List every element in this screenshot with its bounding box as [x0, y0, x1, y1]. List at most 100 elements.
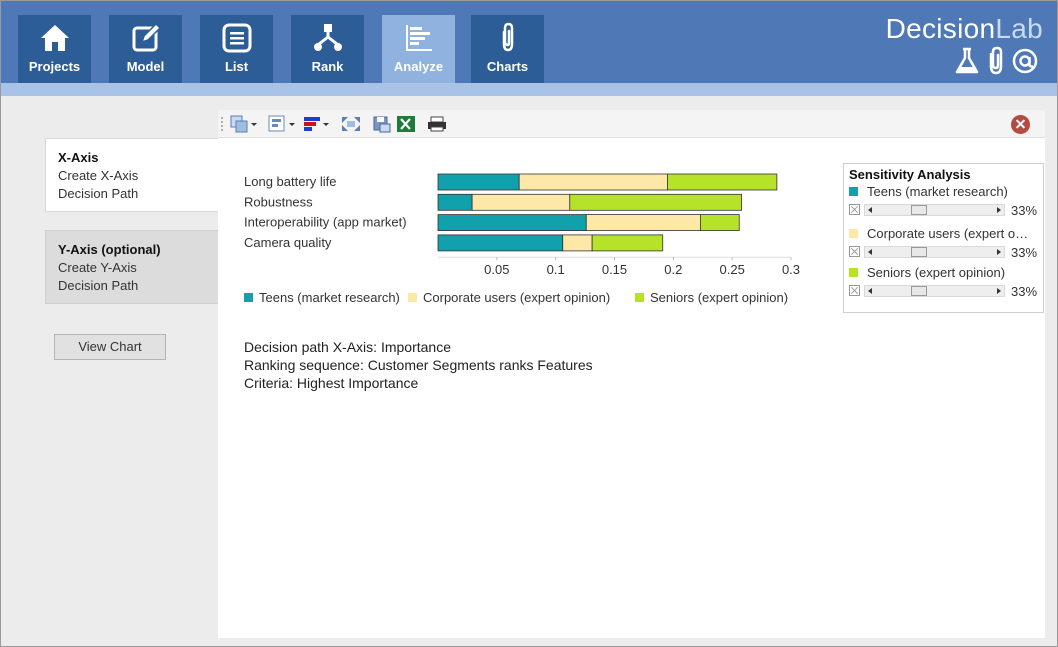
- flask-icon: [955, 47, 979, 74]
- notes-ranking-sequence: Ranking sequence: Customer Segments rank…: [244, 357, 593, 373]
- nav-rank-button[interactable]: Rank: [291, 15, 364, 83]
- brand-name-accent: Lab: [995, 13, 1043, 44]
- edit-icon: [132, 22, 161, 52]
- sensitivity-toggle-seniors[interactable]: [849, 285, 860, 296]
- notes-criteria: Criteria: Highest Importance: [244, 375, 419, 391]
- nav-rank-label: Rank: [311, 59, 344, 74]
- bar-segment: [591, 234, 664, 252]
- legend-swatch-teens: [244, 293, 253, 302]
- y-axis-card[interactable]: Y-Axis (optional) Create Y-Axis Decision…: [45, 230, 219, 304]
- x-tick-label: 0.3: [782, 262, 800, 277]
- chart-toolbar: [218, 110, 1045, 138]
- bar-segment: [471, 193, 571, 211]
- bar-segment: [437, 193, 473, 211]
- x-axis-line1: Create X-Axis: [58, 168, 139, 183]
- brand-icons: [955, 46, 1038, 75]
- view-chart-button[interactable]: View Chart: [54, 334, 166, 360]
- paperclip-logo-icon: [989, 46, 1003, 75]
- legend-item-teens: Teens (market research): [244, 290, 400, 305]
- chart-type-icon[interactable]: [268, 115, 298, 133]
- sensitivity-text-teens: Teens (market research): [867, 184, 1008, 199]
- sensitivity-slider-teens[interactable]: [864, 204, 1005, 216]
- slider-thumb[interactable]: [911, 286, 928, 296]
- notes-decision-path: Decision path X-Axis: Importance: [244, 339, 451, 355]
- bar-segment: [437, 173, 520, 191]
- y-axis-title: Y-Axis (optional): [58, 242, 161, 257]
- sensitivity-swatch-corporate: [849, 229, 858, 238]
- bar-segment: [437, 214, 587, 231]
- decision-path-notes: Decision path X-Axis: Importance Ranking…: [244, 338, 593, 392]
- nav-model-label: Model: [126, 59, 165, 74]
- x-tick-label: 0.1: [547, 262, 565, 277]
- slider-left-arrow-icon[interactable]: [868, 249, 872, 255]
- nav-model-button[interactable]: Model: [109, 15, 182, 83]
- slider-thumb[interactable]: [911, 247, 928, 257]
- bar-segment: [699, 214, 740, 231]
- sensitivity-swatch-teens: [849, 187, 858, 196]
- bar-segment: [569, 193, 742, 211]
- x-tick-label: 0.05: [484, 262, 509, 277]
- sensitivity-text-corporate: Corporate users (expert o…: [867, 226, 1029, 241]
- slider-right-arrow-icon[interactable]: [997, 207, 1001, 213]
- nav-analyze-button[interactable]: Analyze: [382, 15, 455, 83]
- nav-projects-button[interactable]: Projects: [18, 15, 91, 83]
- x-tick-label: 0.25: [720, 262, 745, 277]
- sensitivity-row-corporate: Corporate users (expert o… 33%: [849, 226, 1041, 260]
- slider-left-arrow-icon[interactable]: [868, 207, 872, 213]
- nav-charts-button[interactable]: Charts: [471, 15, 544, 83]
- y-axis-line1: Create Y-Axis: [58, 260, 137, 275]
- brand-logo: DecisionLab: [886, 13, 1043, 45]
- slider-left-arrow-icon[interactable]: [868, 288, 872, 294]
- sensitivity-percent-teens: 33%: [1011, 203, 1038, 218]
- analyze-icon: [405, 25, 432, 51]
- bar-segment: [585, 214, 701, 231]
- sensitivity-panel: Sensitivity Analysis Teens (market resea…: [843, 163, 1044, 313]
- category-label: Long battery life: [244, 174, 337, 189]
- bar-segment: [562, 234, 593, 252]
- brand-name: Decision: [885, 13, 996, 44]
- sensitivity-label-seniors: Seniors (expert opinion): [849, 265, 1041, 280]
- category-label: Robustness: [244, 194, 313, 209]
- y-axis-line2: Decision Path: [58, 278, 139, 293]
- sensitivity-slider-seniors[interactable]: [864, 285, 1005, 297]
- sensitivity-title: Sensitivity Analysis: [849, 167, 971, 182]
- sensitivity-percent-seniors: 33%: [1011, 284, 1038, 299]
- legend-item-corporate: Corporate users (expert opinion): [408, 290, 610, 305]
- print-icon[interactable]: [426, 115, 448, 133]
- toolbar-grip: [221, 117, 223, 131]
- slider-right-arrow-icon[interactable]: [997, 288, 1001, 294]
- nav-projects-label: Projects: [28, 59, 81, 74]
- nav-list-button[interactable]: List: [200, 15, 273, 83]
- home-icon: [40, 25, 69, 51]
- slider-thumb[interactable]: [911, 205, 928, 215]
- at-sign-icon: [1012, 48, 1038, 74]
- paperclip-icon: [502, 22, 513, 52]
- sensitivity-control-corporate: 33%: [849, 244, 1041, 260]
- sensitivity-toggle-corporate[interactable]: [849, 246, 860, 257]
- x-axis-line2: Decision Path: [58, 186, 139, 201]
- excel-export-icon[interactable]: [396, 115, 416, 133]
- category-label: Interoperability (app market): [244, 215, 407, 230]
- importance-bar-chart: Long battery life Robustness Interoperabil…: [244, 173, 800, 277]
- legend-swatch-corporate: [408, 293, 417, 302]
- copy-chart-icon[interactable]: [230, 115, 258, 133]
- legend-label-seniors: Seniors (expert opinion): [650, 290, 789, 305]
- sensitivity-row-seniors: Seniors (expert opinion) 33%: [849, 265, 1041, 299]
- sensitivity-label-teens: Teens (market research): [849, 184, 1041, 199]
- rank-icon: [313, 24, 342, 51]
- top-nav-underline: [1, 83, 1057, 96]
- analysis-content: Long battery life Robustness Interoperabil…: [218, 110, 1045, 638]
- sensitivity-slider-corporate[interactable]: [864, 246, 1005, 258]
- color-palette-icon[interactable]: [303, 115, 331, 133]
- bar-segment: [518, 173, 668, 191]
- legend-label-corporate: Corporate users (expert opinion): [423, 290, 611, 305]
- x-axis-card[interactable]: X-Axis Create X-Axis Decision Path: [45, 138, 219, 212]
- close-icon[interactable]: [1011, 115, 1030, 134]
- sensitivity-row-teens: Teens (market research) 33%: [849, 184, 1041, 218]
- bar-segment: [437, 234, 564, 252]
- expand-icon[interactable]: [340, 115, 362, 133]
- legend-label-teens: Teens (market research): [259, 290, 400, 305]
- sensitivity-toggle-teens[interactable]: [849, 204, 860, 215]
- save-icon[interactable]: [372, 115, 392, 133]
- slider-right-arrow-icon[interactable]: [997, 249, 1001, 255]
